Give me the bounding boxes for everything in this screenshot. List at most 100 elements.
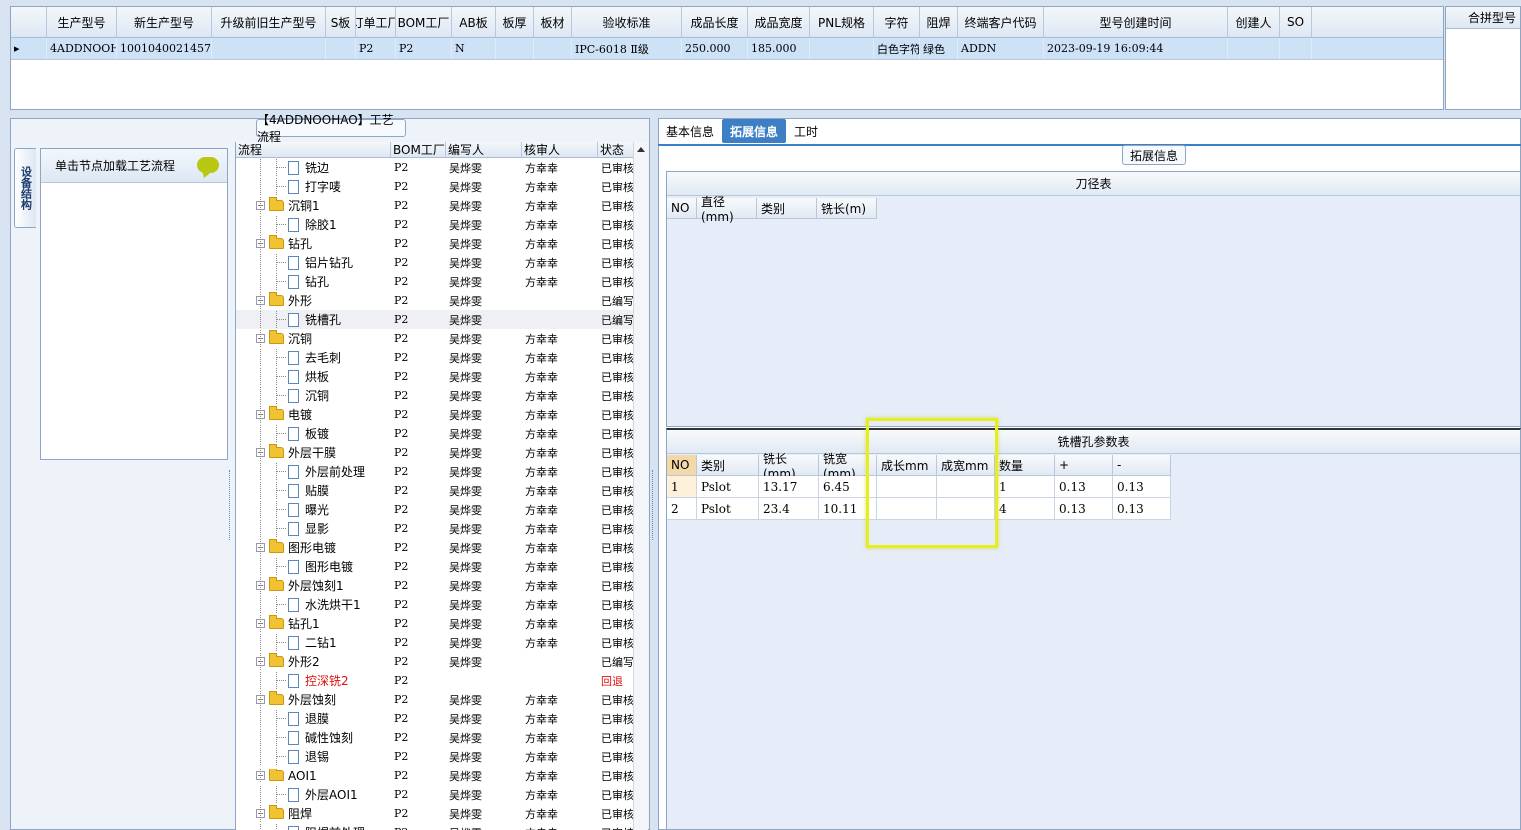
slot-col-header[interactable]: 数量 (995, 455, 1055, 476)
tree-row[interactable]: 退锡 P2 吴烨雯 方幸幸 已审核 (236, 747, 648, 766)
col-header[interactable]: 型号创建时间 (1044, 7, 1228, 37)
slot-col-header[interactable]: 铣长(mm) (759, 452, 819, 481)
tree-row[interactable]: 二钻1 P2 吴烨雯 方幸幸 已审核 (236, 633, 648, 652)
slot-cell[interactable]: Pslot (697, 498, 759, 520)
slot-col-header[interactable]: 成宽mm (937, 455, 995, 476)
tree-node[interactable]: 碱性蚀刻 (236, 729, 391, 746)
tree-node[interactable]: − 外形 (236, 292, 391, 309)
grid-cell[interactable]: IPC-6018 Ⅱ级 (572, 38, 682, 59)
slot-cell[interactable]: 1 (995, 476, 1055, 498)
model-grid-row[interactable]: ▸4ADDNOOHAO10010400214572P2P2NIPC-6018 Ⅱ… (11, 38, 1443, 60)
grid-cell[interactable]: P2 (356, 38, 396, 59)
col-header[interactable]: SO (1280, 7, 1312, 37)
tree-row[interactable]: − 沉铜1 P2 吴烨雯 方幸幸 已审核 (236, 196, 648, 215)
tree-node[interactable]: − 外层蚀刻 (236, 691, 391, 708)
tree-node[interactable]: 退锡 (236, 748, 391, 765)
tree-row[interactable]: − 钻孔 P2 吴烨雯 方幸幸 已审核 (236, 234, 648, 253)
tree-row[interactable]: − 沉铜 P2 吴烨雯 方幸幸 已审核 (236, 329, 648, 348)
slot-cell[interactable] (937, 498, 995, 520)
slot-cell[interactable]: 0.13 (1113, 498, 1171, 520)
slot-table-row[interactable]: 1 Pslot 13.17 6.45 1 0.13 0.13 (667, 476, 1520, 498)
grid-cell[interactable] (1280, 38, 1312, 59)
grid-cell[interactable]: 10010400214572 (117, 38, 212, 59)
grid-cell[interactable]: 绿色 (920, 38, 958, 59)
tree-node[interactable]: 水洗烘干1 (236, 596, 391, 613)
tree-scrollbar[interactable] (633, 142, 648, 830)
col-header[interactable]: 板材 (534, 7, 572, 37)
tree-node[interactable]: 沉铜 (236, 387, 391, 404)
tree-row[interactable]: 板镀 P2 吴烨雯 方幸幸 已审核 (236, 424, 648, 443)
tree-row[interactable]: 铣槽孔 P2 吴烨雯 已编写 (236, 310, 648, 329)
tree-node[interactable]: 贴膜 (236, 482, 391, 499)
slot-cell[interactable]: 0.13 (1055, 476, 1113, 498)
tree-row[interactable]: − 图形电镀 P2 吴烨雯 方幸幸 已审核 (236, 538, 648, 557)
tree-node[interactable]: − AOI1 (236, 768, 391, 783)
tree-node[interactable]: − 电镀 (236, 406, 391, 423)
grid-cell[interactable]: 250.000 (682, 38, 748, 59)
col-header[interactable]: 订单工厂 (356, 7, 396, 37)
tree-row[interactable]: 图形电镀 P2 吴烨雯 方幸幸 已审核 (236, 557, 648, 576)
tree-row[interactable]: 去毛刺 P2 吴烨雯 方幸幸 已审核 (236, 348, 648, 367)
tree-row[interactable]: 退膜 P2 吴烨雯 方幸幸 已审核 (236, 709, 648, 728)
knife-col-diameter[interactable]: 直径(mm) (697, 195, 757, 224)
tree-row[interactable]: 外层前处理 P2 吴烨雯 方幸幸 已审核 (236, 462, 648, 481)
tree-row[interactable]: − 钻孔1 P2 吴烨雯 方幸幸 已审核 (236, 614, 648, 633)
grid-cell[interactable]: 2023-09-19 16:09:44 (1044, 38, 1228, 59)
tree-row[interactable]: 打字唛 P2 吴烨雯 方幸幸 已审核 (236, 177, 648, 196)
slot-cell[interactable]: 0.13 (1113, 476, 1171, 498)
tree-row[interactable]: 除胶1 P2 吴烨雯 方幸幸 已审核 (236, 215, 648, 234)
slot-cell[interactable] (877, 498, 937, 520)
tree-node[interactable]: − 外层蚀刻1 (236, 577, 391, 594)
slot-cell[interactable] (877, 476, 937, 498)
slot-col-header[interactable]: - (1113, 455, 1171, 476)
tree-row[interactable]: − 外形2 P2 吴烨雯 已编写 (236, 652, 648, 671)
tree-node[interactable]: − 钻孔 (236, 235, 391, 252)
col-header[interactable]: 终端客户代码 (958, 7, 1044, 37)
col-header[interactable]: 创建人 (1228, 7, 1280, 37)
tab-work-hours[interactable]: 工时 (786, 119, 826, 143)
tree-row[interactable]: 烘板 P2 吴烨雯 方幸幸 已审核 (236, 367, 648, 386)
tree-node[interactable]: 阻焊前处理 (236, 824, 391, 830)
tree-row[interactable]: − 电镀 P2 吴烨雯 方幸幸 已审核 (236, 405, 648, 424)
col-header[interactable]: 成品长度 (682, 7, 748, 37)
tree-row[interactable]: − AOI1 P2 吴烨雯 方幸幸 已审核 (236, 766, 648, 785)
slot-cell[interactable]: Pslot (697, 476, 759, 498)
col-header[interactable]: 生产型号 (47, 7, 117, 37)
col-header[interactable]: PNL规格 (810, 7, 874, 37)
col-header[interactable]: 成品宽度 (748, 7, 810, 37)
grid-cell[interactable] (212, 38, 326, 59)
slot-cell[interactable]: 2 (667, 498, 697, 520)
slot-cell[interactable]: 6.45 (819, 476, 877, 498)
slot-col-header[interactable]: 成长mm (877, 455, 937, 476)
slot-cell[interactable]: 10.11 (819, 498, 877, 520)
tree-node[interactable]: 钻孔 (236, 273, 391, 290)
tree-row[interactable]: 阻焊前处理 P2吴烨雯方幸幸已审核 (236, 823, 648, 830)
tree-row[interactable]: − 外层干膜 P2 吴烨雯 方幸幸 已审核 (236, 443, 648, 462)
scroll-up-icon[interactable] (637, 147, 645, 152)
grid-cell[interactable]: 4ADDNOOHAO (47, 38, 117, 59)
col-header[interactable]: 升级前旧生产型号 (212, 7, 326, 37)
tree-row[interactable]: 水洗烘干1 P2 吴烨雯 方幸幸 已审核 (236, 595, 648, 614)
slot-cell[interactable]: 1 (667, 476, 697, 498)
grid-cell[interactable]: 白色字符 (874, 38, 920, 59)
grid-corner[interactable] (11, 7, 47, 37)
tree-node[interactable]: 除胶1 (236, 216, 391, 233)
tree-node[interactable]: 显影 (236, 520, 391, 537)
splitter-handle[interactable] (229, 470, 233, 540)
device-structure-tab[interactable]: 设备结构 (14, 148, 36, 228)
tree-node[interactable]: 外层AOI1 (236, 786, 391, 803)
tree-node[interactable]: 打字唛 (236, 178, 391, 195)
tree-row[interactable]: − 阻焊 P2 吴烨雯 方幸幸 已审核 (236, 804, 648, 823)
slot-table-row[interactable]: 2 Pslot 23.4 10.11 4 0.13 0.13 (667, 498, 1520, 520)
tree-node[interactable]: 铣边 (236, 159, 391, 176)
tree-row[interactable]: − 外层蚀刻1 P2 吴烨雯 方幸幸 已审核 (236, 576, 648, 595)
tree-node[interactable]: 退膜 (236, 710, 391, 727)
tree-node[interactable]: 图形电镀 (236, 558, 391, 575)
slot-col-header[interactable]: + (1055, 455, 1113, 476)
grid-cell[interactable]: 185.000 (748, 38, 810, 59)
slot-cell[interactable]: 13.17 (759, 476, 819, 498)
tree-node[interactable]: − 阻焊 (236, 805, 391, 822)
grid-cell[interactable]: ADDN (958, 38, 1044, 59)
tree-node[interactable]: − 沉铜 (236, 330, 391, 347)
tree-node[interactable]: 烘板 (236, 368, 391, 385)
